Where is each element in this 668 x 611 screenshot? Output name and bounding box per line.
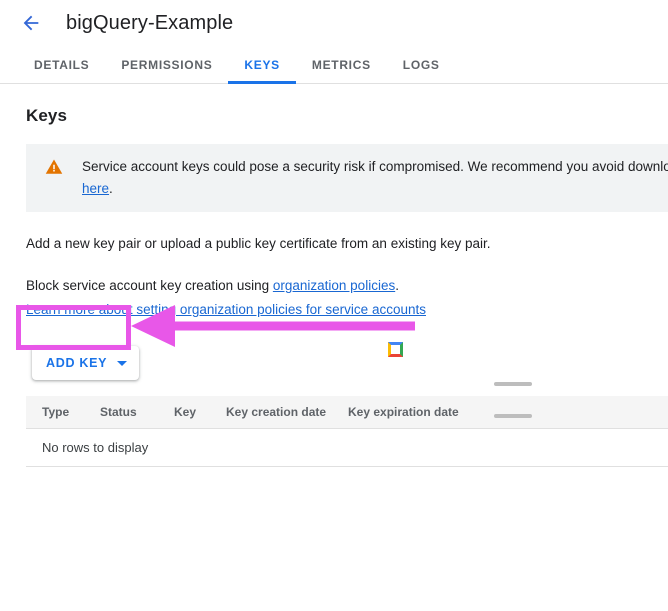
add-key-button-label: ADD KEY bbox=[46, 356, 108, 370]
tab-metrics[interactable]: METRICS bbox=[296, 46, 387, 83]
column-header-key[interactable]: Key bbox=[174, 396, 226, 429]
learn-more-row: Learn more about setting organization po… bbox=[26, 300, 644, 320]
page-title: bigQuery-Example bbox=[66, 11, 234, 34]
tab-keys[interactable]: KEYS bbox=[228, 46, 297, 84]
block-key-prefix: Block service account key creation using bbox=[26, 278, 273, 293]
security-warning-banner: Service account keys could pose a securi… bbox=[26, 144, 668, 212]
learn-more-link[interactable]: Learn more about setting organization po… bbox=[26, 302, 426, 317]
table-header-scrollbar[interactable] bbox=[494, 382, 532, 386]
table-empty-row: No rows to display bbox=[26, 428, 668, 467]
warning-here-link[interactable]: here bbox=[82, 181, 109, 196]
keys-table-head: Type Status Key Key creation date Key ex… bbox=[26, 396, 668, 429]
tab-bar: DETAILS PERMISSIONS KEYS METRICS LOGS bbox=[0, 46, 668, 84]
column-header-status[interactable]: Status bbox=[100, 396, 174, 429]
no-rows-message: No rows to display bbox=[26, 428, 668, 467]
tab-details[interactable]: DETAILS bbox=[18, 46, 105, 83]
warning-text: Service account keys could pose a securi… bbox=[82, 156, 668, 200]
column-header-spacer bbox=[508, 396, 668, 429]
page-section-title: Keys bbox=[26, 106, 68, 125]
column-header-type[interactable]: Type bbox=[26, 396, 100, 429]
page-header: bigQuery-Example bbox=[0, 0, 668, 46]
column-header-key-expiration-date[interactable]: Key expiration date bbox=[348, 396, 508, 429]
google-color-square-icon bbox=[388, 342, 403, 357]
tab-permissions[interactable]: PERMISSIONS bbox=[105, 46, 228, 83]
arrow-left-icon bbox=[20, 12, 42, 34]
back-button[interactable] bbox=[18, 10, 44, 36]
column-header-key-creation-date[interactable]: Key creation date bbox=[226, 396, 348, 429]
add-key-button[interactable]: ADD KEY bbox=[32, 346, 140, 380]
main-content: Keys Service account keys could pose a s… bbox=[0, 106, 668, 467]
block-key-suffix: . bbox=[395, 278, 399, 293]
keys-table-header-row: Type Status Key Key creation date Key ex… bbox=[26, 396, 668, 429]
tab-logs[interactable]: LOGS bbox=[387, 46, 456, 83]
block-key-creation-text: Block service account key creation using… bbox=[26, 276, 644, 296]
add-key-button-row: ADD KEY bbox=[26, 346, 644, 386]
chevron-down-icon bbox=[117, 360, 128, 366]
warning-line-2-suffix: . bbox=[109, 181, 113, 196]
table-row-scrollbar[interactable] bbox=[494, 414, 532, 418]
warning-triangle-icon bbox=[26, 156, 82, 176]
keys-table: Type Status Key Key creation date Key ex… bbox=[26, 396, 668, 467]
organization-policies-link[interactable]: organization policies bbox=[273, 278, 395, 293]
keys-table-body: No rows to display bbox=[26, 428, 668, 467]
add-key-description: Add a new key pair or upload a public ke… bbox=[26, 236, 491, 251]
warning-line-1: Service account keys could pose a securi… bbox=[82, 159, 668, 174]
